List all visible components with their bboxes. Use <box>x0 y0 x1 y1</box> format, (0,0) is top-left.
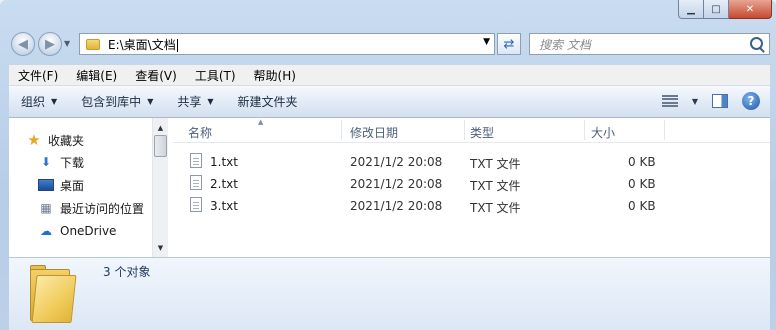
recent-pages-dropdown[interactable]: ▼ <box>64 39 70 48</box>
file-type: TXT 文件 <box>470 201 521 215</box>
file-name: 1.txt <box>210 155 238 169</box>
item-count: 3 个对象 <box>103 265 151 279</box>
downloads-folder-icon: ⬇ <box>40 155 52 169</box>
menu-bar: 文件(F) 编辑(E) 查看(V) 工具(T) 帮助(H) <box>9 65 770 86</box>
file-name: 2.txt <box>210 177 238 191</box>
column-type[interactable]: 类型 <box>470 124 494 141</box>
sort-ascending-icon: ▲ <box>258 118 264 126</box>
file-list: ▲ 名称 修改日期 类型 大小 1.txt 2021/1/2 20:08 TXT… <box>173 118 770 257</box>
nav-item-downloads[interactable]: ⬇ 下载 <box>38 152 84 172</box>
help-icon[interactable]: ? <box>742 92 760 110</box>
new-folder-button[interactable]: 新建文件夹 <box>226 93 310 110</box>
scroll-thumb[interactable] <box>154 135 167 157</box>
text-file-icon <box>190 197 202 212</box>
search-box[interactable]: 搜索 文档 <box>529 33 770 55</box>
organize-button[interactable]: 组织 ▼ <box>9 93 69 110</box>
column-size[interactable]: 大小 <box>591 124 615 141</box>
new-folder-label: 新建文件夹 <box>237 95 298 109</box>
file-row[interactable]: 2.txt 2021/1/2 20:08 TXT 文件 0 KB <box>173 173 770 195</box>
star-icon: ★ <box>27 131 41 149</box>
content-area: ★ 收藏夹 ⬇ 下载 桌面 ▦ 最近访问的位置 ☁ OneDrive ▲ ▼ ▲… <box>9 118 770 257</box>
share-button[interactable]: 共享 ▼ <box>165 93 225 110</box>
file-row[interactable]: 3.txt 2021/1/2 20:08 TXT 文件 0 KB <box>173 195 770 217</box>
organize-label: 组织 <box>21 95 46 109</box>
folder-icon <box>86 38 100 50</box>
include-library-label: 包含到库中 <box>81 95 142 109</box>
chevron-down-icon: ▼ <box>207 97 214 106</box>
desktop-icon <box>38 177 54 193</box>
menu-edit[interactable]: 编辑(E) <box>67 67 126 84</box>
chevron-down-icon: ▼ <box>51 97 58 106</box>
view-options-dropdown[interactable]: ▼ <box>692 97 698 106</box>
share-label: 共享 <box>177 95 202 109</box>
menu-view[interactable]: 查看(V) <box>126 67 186 84</box>
nav-item-label: 收藏夹 <box>48 133 85 148</box>
file-type: TXT 文件 <box>470 179 521 193</box>
back-arrow-icon: ◀ <box>18 36 28 52</box>
menu-help[interactable]: 帮助(H) <box>245 67 305 84</box>
scroll-down-icon[interactable]: ▼ <box>153 240 168 255</box>
file-size: 0 KB <box>628 177 656 191</box>
change-view-icon[interactable] <box>661 95 678 107</box>
refresh-button[interactable]: ⇄ <box>497 33 521 55</box>
search-placeholder: 搜索 文档 <box>539 37 591 52</box>
nav-scrollbar[interactable]: ▲ ▼ <box>152 118 168 257</box>
nav-item-recent-places[interactable]: ▦ 最近访问的位置 <box>38 198 144 218</box>
address-path[interactable]: E:\桌面\文档 <box>108 36 178 53</box>
file-modified: 2021/1/2 20:08 <box>350 199 443 213</box>
address-bar[interactable]: E:\桌面\文档 ▼ <box>79 33 495 55</box>
nav-item-label: 桌面 <box>60 178 85 193</box>
back-button[interactable]: ◀ <box>11 32 35 56</box>
file-type: TXT 文件 <box>470 157 521 171</box>
nav-item-label: OneDrive <box>60 224 117 238</box>
refresh-icon: ⇄ <box>503 36 515 52</box>
column-name[interactable]: 名称 <box>188 124 212 141</box>
search-icon[interactable] <box>750 37 763 50</box>
nav-item-label: 下载 <box>60 155 85 170</box>
maximize-button[interactable]: □ <box>704 0 729 19</box>
minimize-button[interactable]: ▁ <box>678 0 704 19</box>
caption-buttons: ▁ □ ✕ <box>678 0 772 19</box>
close-button[interactable]: ✕ <box>729 0 772 19</box>
file-name: 3.txt <box>210 199 238 213</box>
text-file-icon <box>190 175 202 190</box>
chevron-down-icon: ▼ <box>147 97 154 106</box>
view-controls: ▼ ? <box>661 92 760 110</box>
recent-places-icon: ▦ <box>40 201 52 215</box>
navigation-row: ◀ ▶ ▼ E:\桌面\文档 ▼ ⇄ 搜索 文档 <box>0 29 776 61</box>
file-modified: 2021/1/2 20:08 <box>350 155 443 169</box>
forward-arrow-icon: ▶ <box>45 36 55 52</box>
file-modified: 2021/1/2 20:08 <box>350 177 443 191</box>
nav-item-label: 最近访问的位置 <box>60 201 145 216</box>
navigation-pane: ★ 收藏夹 ⬇ 下载 桌面 ▦ 最近访问的位置 ☁ OneDrive ▲ ▼ <box>9 118 168 257</box>
nav-item-desktop[interactable]: 桌面 <box>38 175 84 195</box>
column-date-modified[interactable]: 修改日期 <box>350 124 398 141</box>
command-bar: 组织 ▼ 包含到库中 ▼ 共享 ▼ 新建文件夹 ▼ ? <box>9 86 770 118</box>
scroll-up-icon[interactable]: ▲ <box>153 120 168 135</box>
preview-pane-icon[interactable] <box>712 94 728 108</box>
cloud-icon: ☁ <box>40 224 52 238</box>
file-size: 0 KB <box>628 155 656 169</box>
file-size: 0 KB <box>628 199 656 213</box>
menu-tools[interactable]: 工具(T) <box>186 67 245 84</box>
nav-item-favorites[interactable]: ★ 收藏夹 <box>26 130 84 150</box>
menu-file[interactable]: 文件(F) <box>9 67 67 84</box>
folder-icon <box>30 263 77 323</box>
include-in-library-button[interactable]: 包含到库中 ▼ <box>69 93 165 110</box>
forward-button[interactable]: ▶ <box>38 32 62 56</box>
explorer-window: ▁ □ ✕ ◀ ▶ ▼ E:\桌面\文档 ▼ ⇄ 搜索 文档 文件(F) 编辑(… <box>0 0 776 330</box>
column-headers: ▲ 名称 修改日期 类型 大小 <box>173 118 770 143</box>
file-row[interactable]: 1.txt 2021/1/2 20:08 TXT 文件 0 KB <box>173 151 770 173</box>
text-file-icon <box>190 153 202 168</box>
nav-item-onedrive[interactable]: ☁ OneDrive <box>38 221 116 241</box>
address-history-dropdown[interactable]: ▼ <box>483 37 490 47</box>
details-pane: 3 个对象 <box>9 257 770 330</box>
